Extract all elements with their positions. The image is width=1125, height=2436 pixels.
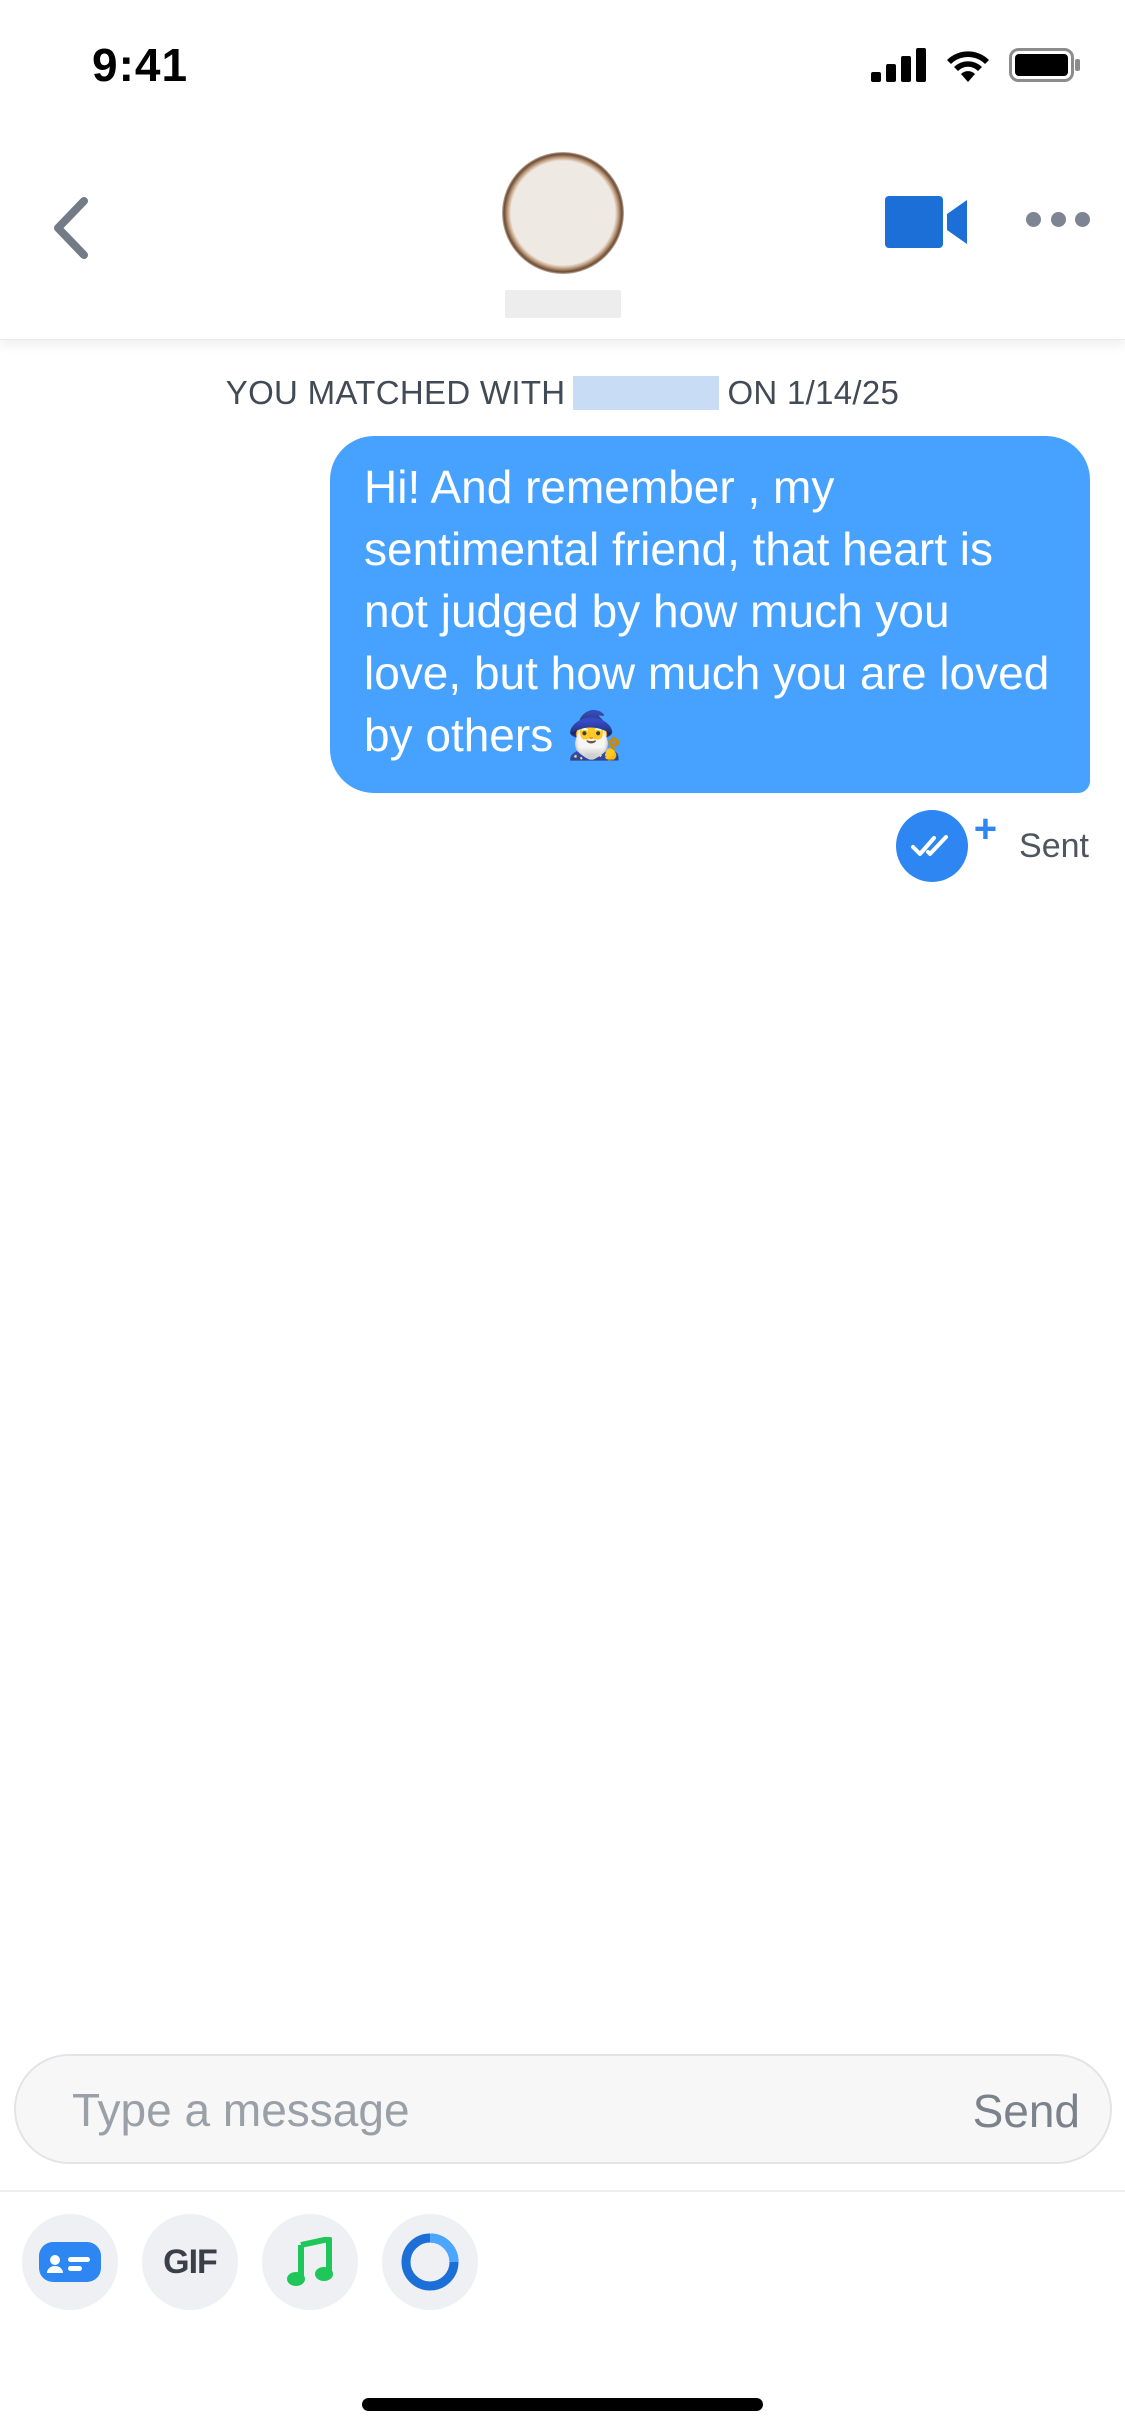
cellular-signal-icon (871, 48, 926, 82)
message-input[interactable] (72, 2082, 892, 2138)
battery-icon (1009, 48, 1080, 82)
more-dot (1050, 211, 1066, 227)
gif-label: GIF (163, 2242, 218, 2281)
ring-button[interactable] (382, 2214, 478, 2310)
double-check-icon (910, 835, 948, 856)
match-avatar[interactable] (502, 152, 624, 274)
ring-icon (401, 2233, 459, 2291)
home-indicator[interactable] (362, 2398, 763, 2411)
video-call-button[interactable] (885, 192, 969, 252)
sent-status: Sent (1019, 826, 1089, 865)
more-dot (1075, 211, 1090, 227)
back-button[interactable] (40, 188, 100, 268)
send-button[interactable]: Send (973, 2084, 1080, 2138)
music-note-icon (287, 2237, 333, 2286)
read-receipt-button[interactable] (895, 810, 968, 882)
sticker-card-icon (39, 2242, 101, 2282)
composer-divider (0, 2190, 1125, 2192)
gif-button[interactable]: GIF (142, 2214, 238, 2310)
message-text: Hi! And remember , my sentimental friend… (364, 461, 1050, 761)
matched-date: ON 1/14/25 (727, 374, 900, 411)
match-name-redacted[interactable] (505, 290, 621, 318)
status-bar: 9:41 (0, 0, 1125, 140)
sticker-card-button[interactable] (22, 2214, 118, 2310)
status-time: 9:41 (92, 39, 189, 91)
outgoing-message-bubble[interactable]: Hi! And remember , my sentimental friend… (330, 436, 1090, 793)
message-status: + Sent (895, 807, 1089, 882)
message-composer: Send (14, 2054, 1112, 2164)
matched-name-redacted (573, 376, 720, 410)
plus-icon[interactable]: + (974, 807, 997, 852)
wifi-icon (947, 51, 989, 82)
matched-prefix: YOU MATCHED WITH (225, 374, 566, 411)
matched-banner: YOU MATCHED WITH ON 1/14/25 (0, 374, 1125, 412)
music-button[interactable] (262, 2214, 358, 2310)
chat-header (0, 140, 1125, 340)
composer-toolbar: GIF (22, 2214, 478, 2310)
status-icons (871, 48, 1081, 82)
chevron-left-icon (54, 197, 88, 259)
more-options-button[interactable] (1026, 204, 1090, 234)
video-camera-icon (885, 196, 967, 248)
more-dot (1026, 211, 1041, 227)
